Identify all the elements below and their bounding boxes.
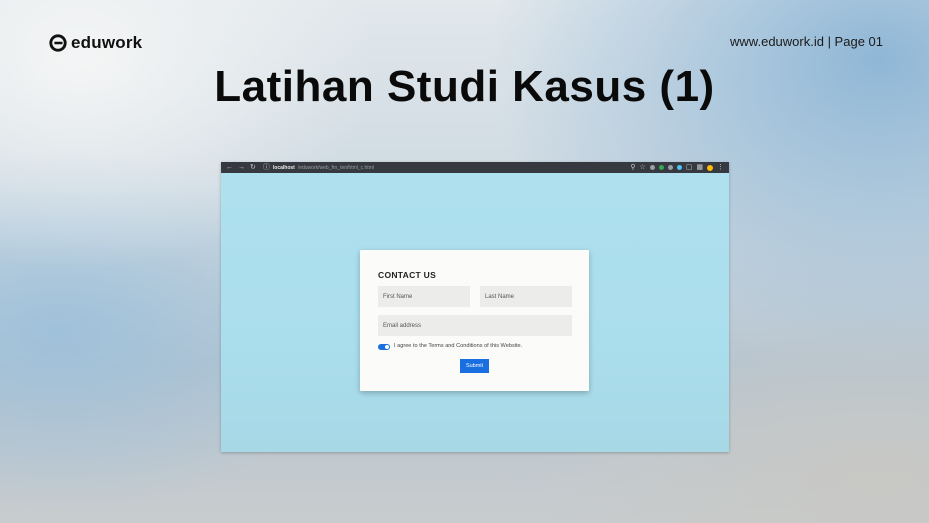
page-reference: www.eduwork.id | Page 01 xyxy=(730,34,883,49)
puzzle-icon[interactable]: ▢ xyxy=(686,162,693,173)
zoom-icon[interactable]: ⚲ xyxy=(630,162,635,173)
slide-title: Latihan Studi Kasus (1) xyxy=(214,62,715,111)
back-arrow-icon[interactable]: ← xyxy=(226,162,233,173)
browser-extensions: ⚲ ☆ ▢ ▦ ⋮ xyxy=(630,162,724,173)
url-path: /eduwork/web_fro_ten/html_c.html xyxy=(297,164,374,171)
extension-icon[interactable] xyxy=(649,165,655,170)
webpage-viewport: CONTACT US First Name Last Name Email ad… xyxy=(221,173,729,452)
eduwork-logo-icon xyxy=(49,34,67,52)
form-title: CONTACT US xyxy=(378,270,437,280)
url-host: localhost xyxy=(272,164,295,171)
agree-toggle[interactable] xyxy=(378,344,390,350)
browser-screenshot: ← → ↻ ⓘ localhost/eduwork/web_fro_ten/ht… xyxy=(221,162,729,452)
profile-avatar-icon[interactable] xyxy=(707,164,713,171)
agree-label: I agree to the Terms and Conditions of t… xyxy=(394,343,523,349)
address-bar[interactable]: ⓘ localhost/eduwork/web_fro_ten/html_c.h… xyxy=(263,162,374,173)
contact-form-card: CONTACT US First Name Last Name Email ad… xyxy=(360,250,589,391)
logo-text: eduwork xyxy=(71,33,143,52)
info-icon: ⓘ xyxy=(262,164,270,171)
forward-arrow-icon[interactable]: → xyxy=(238,162,245,173)
star-icon[interactable]: ☆ xyxy=(639,162,645,173)
browser-toolbar: ← → ↻ ⓘ localhost/eduwork/web_fro_ten/ht… xyxy=(221,162,729,173)
extension-icon[interactable] xyxy=(658,165,664,170)
extension-icon[interactable] xyxy=(676,165,682,170)
eduwork-logo: eduwork xyxy=(49,33,142,53)
first-name-input[interactable]: First Name xyxy=(378,286,470,307)
last-name-input[interactable]: Last Name xyxy=(480,286,572,307)
email-input[interactable]: Email address xyxy=(378,315,572,336)
menu-dots-icon[interactable]: ⋮ xyxy=(717,162,724,173)
extension-icon[interactable] xyxy=(667,165,673,170)
sidebar-icon[interactable]: ▦ xyxy=(696,162,703,173)
reload-icon[interactable]: ↻ xyxy=(250,162,256,173)
submit-button[interactable]: Submit xyxy=(460,359,489,373)
